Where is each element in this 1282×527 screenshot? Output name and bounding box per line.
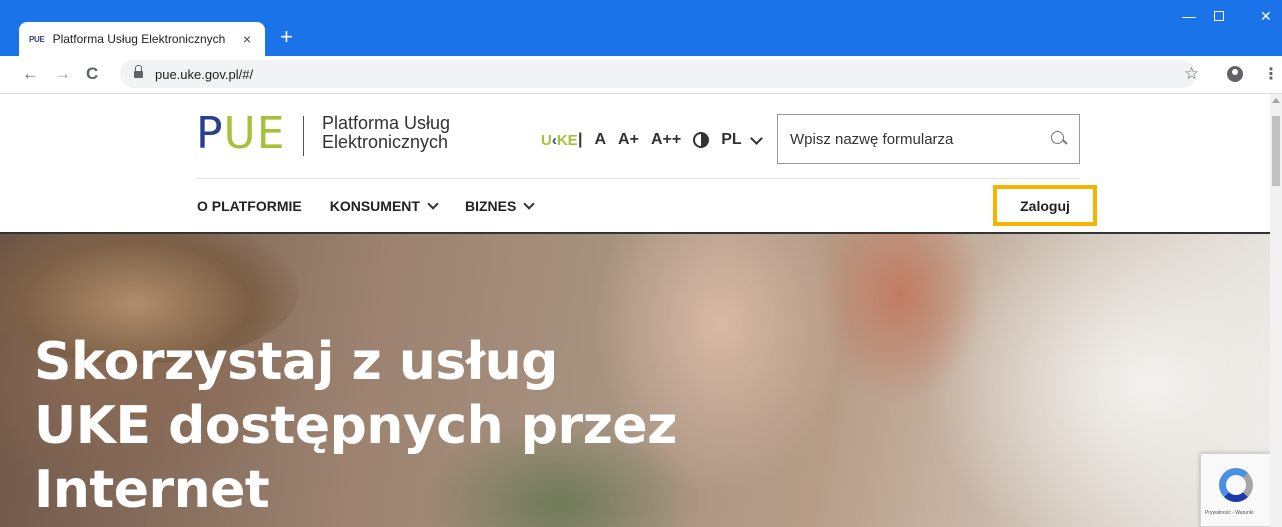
- logo-text-line2: Elektronicznych: [322, 132, 449, 152]
- address-bar[interactable]: pue.uke.gov.pl/#/: [120, 60, 1196, 88]
- back-icon[interactable]: ←: [22, 64, 39, 84]
- hero-title: Skorzystaj z usług UKE dostępnych przez …: [34, 330, 677, 522]
- browser-tab[interactable]: PUE Platforma Usług Elektronicznych ×: [19, 22, 265, 56]
- logo-text-line1: Platforma Usług: [322, 113, 451, 133]
- nav-item-label: KONSUMENT: [329, 198, 420, 214]
- search-input[interactable]: [790, 130, 1051, 148]
- nav-item-o-platformie[interactable]: O PLATFORMIE: [197, 198, 302, 214]
- tab-title: Platforma Usług Elektronicznych: [52, 32, 226, 46]
- browser-titlebar: PUE Platforma Usług Elektronicznych × + …: [0, 0, 1282, 56]
- search-box: [777, 114, 1080, 164]
- menu-icon[interactable]: ⋮: [1263, 64, 1279, 84]
- forward-icon[interactable]: →: [54, 64, 71, 84]
- page-content: PUE Platforma Usług Elektronicznych U‹KE…: [0, 94, 1282, 527]
- recaptcha-icon: [1219, 468, 1253, 502]
- hero-banner: Skorzystaj z usług UKE dostępnych przez …: [0, 234, 1270, 527]
- hero-title-line: UKE dostępnych przez: [34, 396, 677, 456]
- tab-close-icon[interactable]: ×: [239, 31, 255, 47]
- page-scrollbar[interactable]: [1270, 94, 1282, 527]
- search-icon[interactable]: [1051, 131, 1067, 147]
- site-header: PUE Platforma Usług Elektronicznych U‹KE…: [0, 94, 1270, 234]
- pue-favicon-icon: PUE: [29, 34, 45, 44]
- chevron-down-icon: [427, 197, 439, 210]
- chevron-down-icon: [523, 197, 535, 210]
- scroll-thumb[interactable]: [1272, 116, 1280, 186]
- language-label: PL: [721, 131, 742, 148]
- accessibility-controls: | A A+ A++ PL: [578, 131, 763, 149]
- logo-divider: [303, 116, 304, 156]
- font-size-normal-button[interactable]: A: [594, 131, 606, 149]
- logo-letter-p: P: [196, 108, 224, 159]
- hero-title-line: Internet: [34, 460, 270, 520]
- scroll-up-icon[interactable]: [1272, 98, 1280, 103]
- nav-item-label: O PLATFORMIE: [197, 198, 302, 214]
- star-icon[interactable]: ☆: [1184, 64, 1199, 84]
- login-button[interactable]: Zaloguj: [993, 185, 1097, 226]
- font-size-larger-button[interactable]: A++: [651, 131, 681, 149]
- window-maximize-icon[interactable]: [1214, 8, 1224, 24]
- separator: |: [578, 131, 583, 148]
- nav-item-label: BIZNES: [464, 198, 517, 214]
- lock-icon[interactable]: [134, 65, 143, 79]
- url-text[interactable]: pue.uke.gov.pl/#/: [155, 67, 253, 82]
- browser-toolbar: ← → C pue.uke.gov.pl/#/ ☆ ⋮: [0, 56, 1282, 94]
- uke-logo-ke: KE: [556, 132, 578, 149]
- pue-logo[interactable]: PUE: [196, 112, 286, 156]
- nav-item-konsument[interactable]: KONSUMENT: [329, 197, 439, 214]
- window-minimize-icon[interactable]: —: [1182, 8, 1196, 24]
- chevron-down-icon: [749, 131, 763, 145]
- nav-item-biznes[interactable]: BIZNES: [464, 197, 535, 214]
- profile-icon[interactable]: [1227, 66, 1243, 82]
- language-select[interactable]: PL: [721, 131, 763, 149]
- uke-logo[interactable]: U‹KE: [541, 132, 578, 149]
- uke-logo-u: U: [541, 132, 552, 149]
- contrast-icon[interactable]: [693, 132, 710, 148]
- header-divider: [196, 178, 1080, 179]
- recaptcha-badge[interactable]: Prywatność - Warunki: [1200, 453, 1270, 527]
- font-size-large-button[interactable]: A+: [618, 131, 639, 149]
- new-tab-icon[interactable]: +: [280, 26, 293, 48]
- logo-text: Platforma Usług Elektronicznych: [322, 114, 450, 152]
- main-nav: O PLATFORMIE KONSUMENT BIZNES: [197, 197, 535, 214]
- logo-letters-ue: UE: [223, 108, 286, 159]
- window-close-icon[interactable]: ✕: [1260, 8, 1272, 25]
- recaptcha-text[interactable]: Prywatność - Warunki: [1205, 510, 1253, 516]
- hero-title-line: Skorzystaj z usług: [34, 332, 558, 392]
- reload-icon[interactable]: C: [86, 64, 98, 84]
